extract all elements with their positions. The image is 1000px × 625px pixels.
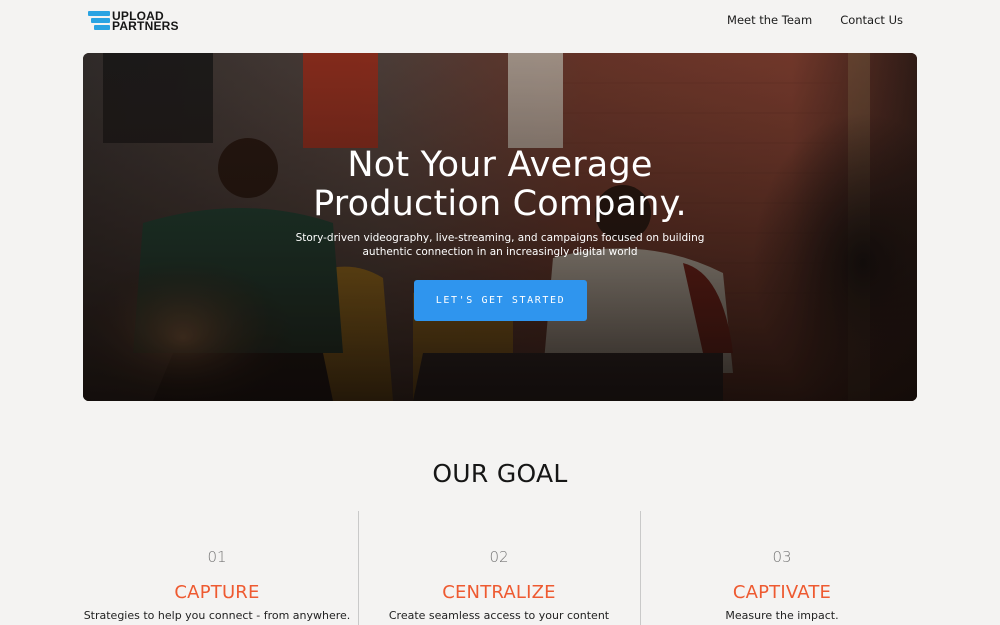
main-nav: Meet the Team Contact Us	[727, 13, 903, 27]
hero-subtitle-line-1: Story-driven videography, live-streaming…	[295, 232, 705, 244]
get-started-button[interactable]: LET'S GET STARTED	[414, 280, 587, 321]
goal-heading: CAPTIVATE	[732, 582, 832, 603]
goal-description: Strategies to help you connect - from an…	[83, 609, 351, 622]
hero-dim-overlay	[83, 53, 917, 401]
page: UPLOAD PARTNERS Meet the Team Contact Us	[0, 0, 1000, 625]
goal-section-title: OUR GOAL	[432, 459, 568, 488]
goal-item-captivate: 03 CAPTIVATE Measure the impact.	[632, 548, 932, 622]
goal-description: Measure the impact.	[725, 609, 839, 622]
nav-link-contact-us[interactable]: Contact Us	[840, 13, 903, 27]
goal-item-capture: 01 CAPTURE Strategies to help you connec…	[67, 548, 367, 622]
nav-link-meet-the-team[interactable]: Meet the Team	[727, 13, 812, 27]
goal-item-centralize: 02 CENTRALIZE Create seamless access to …	[349, 548, 649, 622]
site-header: UPLOAD PARTNERS Meet the Team Contact Us	[0, 0, 1000, 48]
goal-number: 02	[489, 548, 509, 566]
goal-heading: CENTRALIZE	[442, 582, 556, 603]
logo-line-2: PARTNERS	[112, 19, 179, 33]
goal-description: Create seamless access to your content	[388, 609, 610, 622]
hero-subtitle: Story-driven videography, live-streaming…	[283, 231, 717, 259]
logo-stripes-icon	[88, 11, 110, 31]
hero-title: Not Your Average Production Company.	[83, 146, 917, 224]
hero-subtitle-line-2: authentic connection in an increasingly …	[362, 246, 638, 258]
goal-heading: CAPTURE	[174, 582, 260, 603]
hero-banner: Not Your Average Production Company. Sto…	[83, 53, 917, 401]
hero-title-line-2: Production Company.	[313, 184, 687, 224]
goal-number: 03	[772, 548, 792, 566]
logo-wordmark: UPLOAD PARTNERS	[112, 10, 179, 33]
hero-title-line-1: Not Your Average	[347, 145, 653, 185]
goal-number: 01	[207, 548, 227, 566]
logo[interactable]: UPLOAD PARTNERS	[88, 10, 179, 33]
